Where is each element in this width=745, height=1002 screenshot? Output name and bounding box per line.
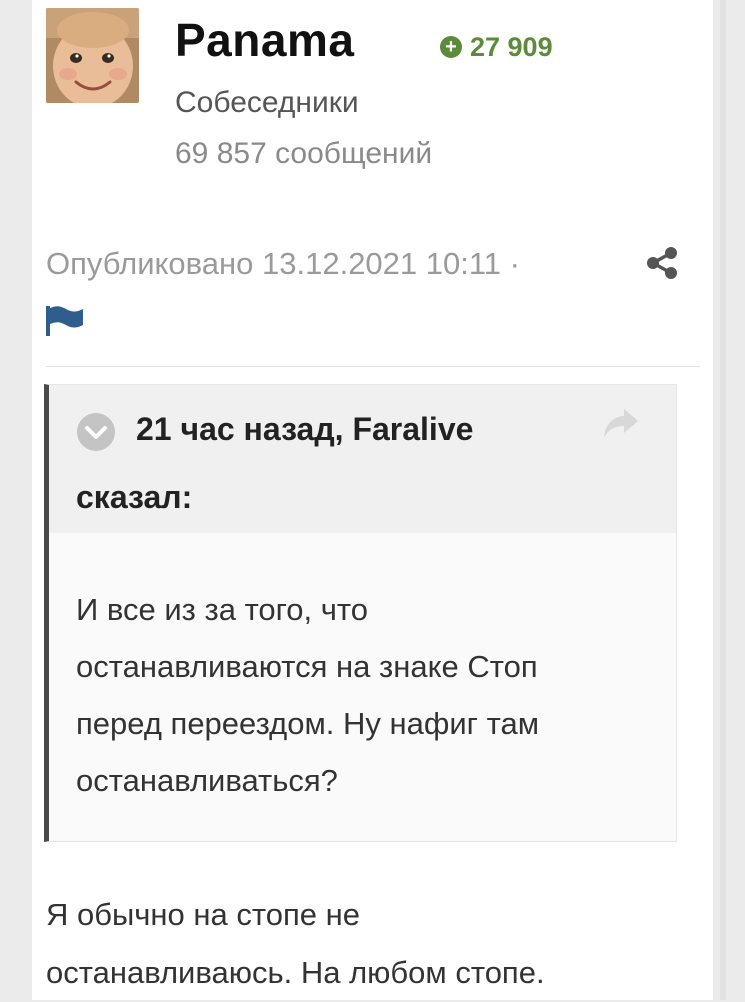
post-line: останавливаюсь. На любом стопе. (46, 955, 545, 990)
baby-face-avatar (46, 8, 139, 103)
quote-block: 21 час назад, Faralive сказал: И все из … (44, 384, 677, 842)
quote-line: И все из за того, что (76, 592, 369, 627)
reply-arrow-icon[interactable] (602, 407, 640, 441)
flag-icon[interactable] (46, 306, 84, 336)
author-post-count: 69 857 сообщений (175, 137, 433, 170)
divider (46, 366, 700, 367)
quote-text: И все из за того, что останавливаются на… (76, 581, 656, 809)
post-text: Я обычно на стопе не останавливаюсь. На … (46, 886, 706, 1002)
reputation-value: 27 909 (470, 31, 553, 62)
author-name[interactable]: Panama (175, 12, 354, 68)
quote-line: останавливаются на знаке Стоп (76, 649, 538, 684)
published-timestamp[interactable]: Опубликовано 13.12.2021 10:11 · (46, 242, 520, 286)
quote-line: останавливаться? (76, 763, 338, 798)
quote-line: перед переездом. Ну нафиг там (76, 706, 540, 741)
post-line: Я обычно на стопе не (46, 897, 360, 932)
chevron-down-icon[interactable] (76, 412, 116, 452)
reputation-badge[interactable]: + 27 909 (440, 30, 553, 64)
post-card: Panama + 27 909 Собеседники 69 857 сообщ… (32, 0, 713, 1000)
plus-circle-icon: + (440, 36, 462, 58)
avatar[interactable] (46, 8, 139, 103)
share-icon[interactable] (644, 245, 680, 281)
quote-said: сказал: (76, 479, 193, 515)
quote-header: 21 час назад, Faralive сказал: (49, 385, 676, 533)
quote-author[interactable]: 21 час назад, Faralive (136, 405, 473, 453)
scrollbar[interactable] (720, 0, 726, 1000)
author-group: Собеседники (175, 86, 359, 119)
